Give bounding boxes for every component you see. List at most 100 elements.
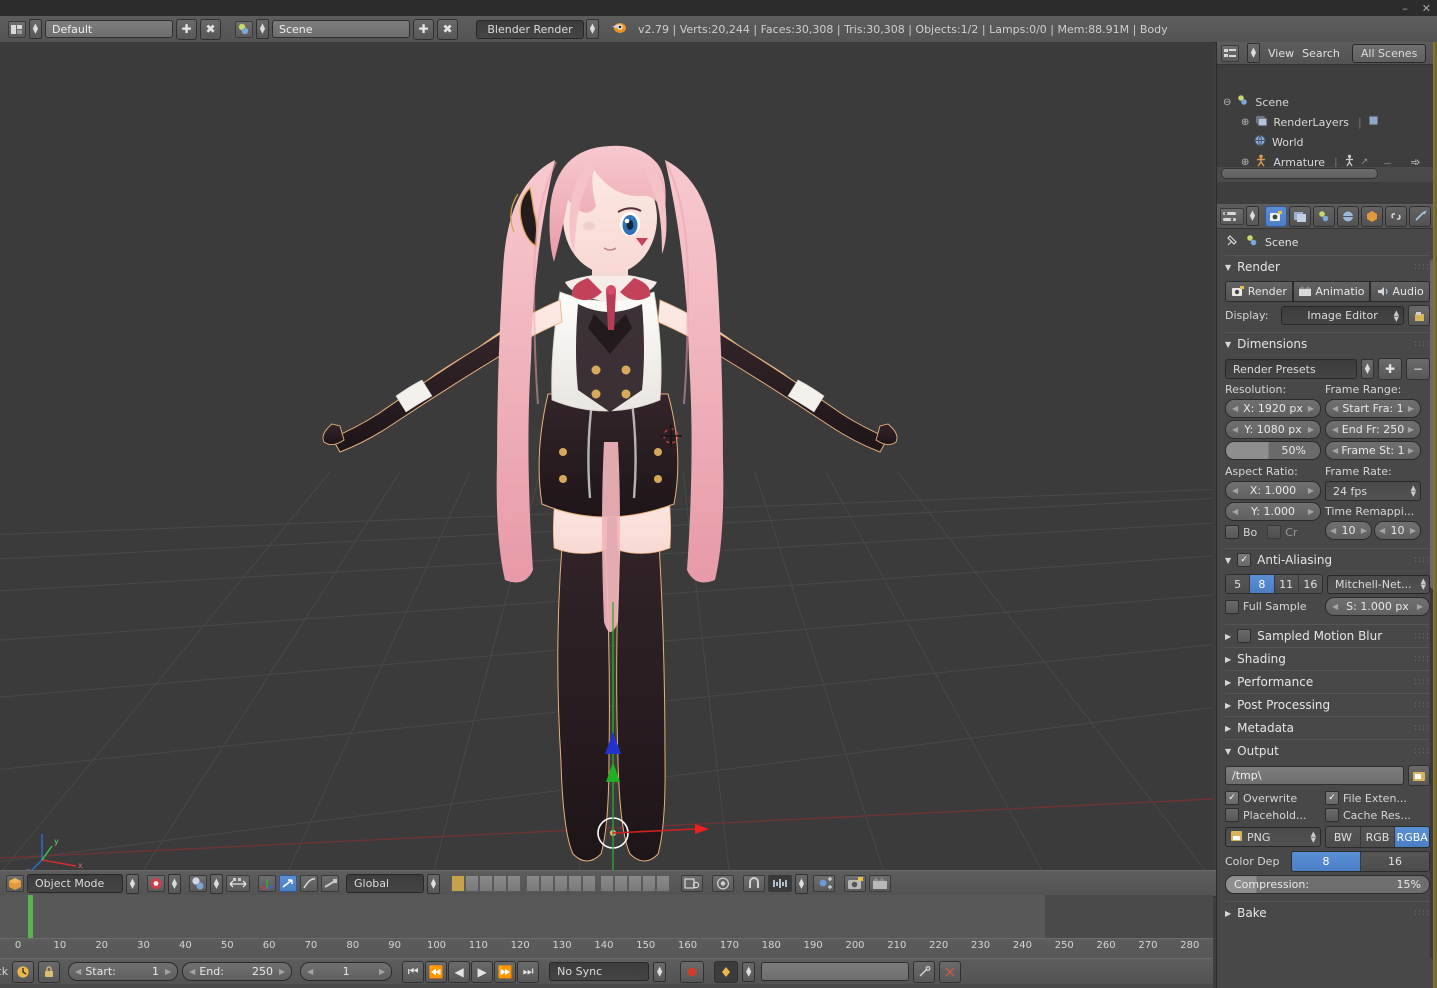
skip-back-icon[interactable]: ⏪ bbox=[425, 961, 447, 983]
scene-spinner[interactable]: ▲▼ bbox=[256, 19, 269, 39]
resolution-percentage-slider[interactable]: 50% bbox=[1225, 441, 1321, 460]
delete-scene-button[interactable]: ✖ bbox=[437, 19, 458, 40]
display-lock-icon[interactable] bbox=[1408, 305, 1430, 326]
aa-filter-select[interactable]: Mitchell-Net... ▲▼ bbox=[1327, 575, 1430, 594]
record-icon[interactable] bbox=[680, 961, 704, 983]
layer-10[interactable] bbox=[582, 875, 596, 892]
presets-spinner-icon[interactable]: ▲▼ bbox=[1361, 359, 1374, 379]
panel-header-metadata[interactable]: ▶ Metadata :::: bbox=[1225, 716, 1430, 739]
layer-7[interactable] bbox=[540, 875, 554, 892]
panel-header-post-processing[interactable]: ▶ Post Processing :::: bbox=[1225, 693, 1430, 716]
time-remap-old-field[interactable]: ◀ 10 ▶ bbox=[1325, 521, 1372, 540]
cache-result-checkbox[interactable] bbox=[1325, 808, 1339, 822]
border-checkbox[interactable] bbox=[1225, 525, 1239, 539]
filter-size-field[interactable]: ◀ S: 1.000 px ▶ bbox=[1325, 597, 1430, 616]
scene-browse-icon[interactable] bbox=[235, 21, 253, 38]
color-depth-16[interactable]: 16 bbox=[1361, 852, 1429, 871]
lock-to-scene-icon[interactable] bbox=[681, 875, 703, 892]
constraints-tab-icon[interactable] bbox=[1385, 206, 1407, 227]
frame-rate-select[interactable]: 24 fps ▲▼ bbox=[1325, 481, 1421, 501]
panel-header-sampled-motion-blur[interactable]: ▶ Sampled Motion Blur :::: bbox=[1225, 624, 1430, 647]
render-audio-button[interactable]: Audio bbox=[1370, 281, 1430, 302]
minimize-icon[interactable]: – bbox=[1402, 2, 1408, 15]
sync-spinner-icon[interactable]: ▲▼ bbox=[653, 962, 666, 982]
add-preset-button[interactable]: ✚ bbox=[1378, 358, 1402, 380]
pivot-center-icon[interactable] bbox=[189, 875, 207, 892]
rotate-manipulator-icon[interactable] bbox=[279, 875, 297, 892]
auto-keyframe-icon[interactable] bbox=[12, 961, 34, 983]
keying-set-icon[interactable] bbox=[714, 961, 738, 983]
aa-sample-5[interactable]: 5 bbox=[1226, 575, 1250, 593]
outliner-menu-search[interactable]: Search bbox=[1302, 47, 1340, 60]
viewport-shading-icon[interactable] bbox=[147, 875, 165, 892]
layer-4[interactable] bbox=[493, 875, 507, 892]
layer-12[interactable] bbox=[614, 875, 628, 892]
screen-layout-field[interactable]: Default bbox=[45, 20, 173, 38]
resolution-x-field[interactable]: ◀ X: 1920 px ▶ bbox=[1225, 399, 1321, 418]
resolution-y-field[interactable]: ◀ Y: 1080 px ▶ bbox=[1225, 420, 1321, 439]
properties-editor-type-icon[interactable] bbox=[1220, 208, 1244, 225]
render-tab-icon[interactable] bbox=[1265, 206, 1287, 227]
window-controls[interactable]: – ✕ bbox=[1402, 0, 1431, 16]
timeline-editor[interactable]: 0102030405060708090100110120130140150160… bbox=[0, 895, 1213, 988]
translate-manipulator-icon[interactable] bbox=[258, 875, 276, 892]
orientation-spinner-icon[interactable]: ▲▼ bbox=[427, 874, 440, 894]
layer-15[interactable] bbox=[656, 875, 670, 892]
editor-type-icon[interactable] bbox=[8, 21, 26, 38]
aa-sample-16[interactable]: 16 bbox=[1299, 575, 1322, 593]
transport-controls[interactable]: ⏮ ⏪ ◀ ▶ ⏩ ⏭ bbox=[402, 961, 539, 983]
manipulator-axis-icon[interactable] bbox=[321, 875, 339, 892]
timeline-track[interactable] bbox=[0, 895, 1213, 938]
layer-1[interactable] bbox=[451, 875, 465, 892]
layer-9[interactable] bbox=[568, 875, 582, 892]
new-screen-button[interactable]: ✚ bbox=[176, 19, 197, 40]
panel-header-performance[interactable]: ▶ Performance :::: bbox=[1225, 670, 1430, 693]
keyframe-add-icon[interactable] bbox=[913, 961, 935, 983]
aa-sample-8[interactable]: 8 bbox=[1250, 575, 1274, 593]
properties-type-spinner[interactable]: ▲▼ bbox=[1246, 206, 1259, 226]
panel-header-bake[interactable]: ▶ Bake :::: bbox=[1225, 901, 1430, 924]
outliner-editor[interactable]: ▲▼ View Search All Scenes ⊖ Scene ⊕ Rend… bbox=[1216, 42, 1437, 203]
snap-magnet-icon[interactable] bbox=[743, 875, 765, 892]
properties-editor[interactable]: ▲▼ bbox=[1216, 204, 1437, 988]
properties-body[interactable]: Scene ▼ Render :::: Render Animatio bbox=[1217, 229, 1437, 988]
jump-to-start-icon[interactable]: ⏮ bbox=[402, 961, 424, 983]
current-frame-field[interactable]: ◀ 1 ▶ bbox=[300, 962, 392, 981]
color-mode-bw[interactable]: BW bbox=[1326, 827, 1361, 847]
panel-header-antialiasing[interactable]: ▼ ✓ Anti-Aliasing :::: bbox=[1225, 548, 1430, 571]
renderlayers-tab-icon[interactable] bbox=[1289, 206, 1311, 227]
sync-mode-select[interactable]: No Sync bbox=[549, 962, 649, 981]
scene-tab-icon[interactable] bbox=[1313, 206, 1335, 227]
jump-to-end-icon[interactable]: ⏭ bbox=[517, 961, 539, 983]
snap-element-icon[interactable] bbox=[768, 875, 792, 892]
color-mode-segmented[interactable]: BW RGB RGBA bbox=[1325, 826, 1430, 848]
outliner-scrollbar[interactable] bbox=[1221, 168, 1378, 179]
world-tab-icon[interactable] bbox=[1337, 206, 1359, 227]
start-frame-field[interactable]: ◀ Start: 1 ▶ bbox=[68, 962, 178, 981]
expander-icon[interactable]: ⊕ bbox=[1241, 157, 1249, 168]
aa-samples-segmented[interactable]: 5 8 11 16 bbox=[1225, 574, 1323, 594]
render-icon[interactable] bbox=[844, 875, 866, 892]
crop-checkbox[interactable] bbox=[1267, 525, 1281, 539]
skip-forward-icon[interactable]: ⏩ bbox=[494, 961, 516, 983]
renderlayer-restrict-icon[interactable] bbox=[1367, 114, 1380, 130]
playback-menu-label[interactable]: back bbox=[0, 965, 8, 978]
outliner-tree[interactable]: ⊖ Scene ⊕ RenderLayers | bbox=[1217, 65, 1437, 182]
panel-header-output[interactable]: ▼ Output :::: bbox=[1225, 739, 1430, 762]
shading-spinner-icon[interactable]: ▲▼ bbox=[168, 874, 181, 894]
aa-sample-11[interactable]: 11 bbox=[1275, 575, 1299, 593]
layer-6[interactable] bbox=[526, 875, 540, 892]
transform-orientation-select[interactable]: Global bbox=[346, 874, 424, 893]
delete-screen-button[interactable]: ✖ bbox=[200, 19, 221, 40]
layer-13[interactable] bbox=[628, 875, 642, 892]
panel-header-shading[interactable]: ▶ Shading :::: bbox=[1225, 647, 1430, 670]
output-path-field[interactable]: /tmp\ bbox=[1225, 766, 1404, 785]
play-icon[interactable]: ▶ bbox=[471, 961, 493, 983]
color-mode-rgba[interactable]: RGBA bbox=[1395, 827, 1429, 847]
full-sample-checkbox[interactable] bbox=[1225, 600, 1239, 614]
layer-14[interactable] bbox=[642, 875, 656, 892]
overwrite-checkbox[interactable]: ✓ bbox=[1225, 791, 1239, 805]
layer-11[interactable] bbox=[600, 875, 614, 892]
scene-layers-grid-row2[interactable] bbox=[600, 875, 670, 892]
file-browse-icon[interactable] bbox=[1408, 765, 1430, 786]
